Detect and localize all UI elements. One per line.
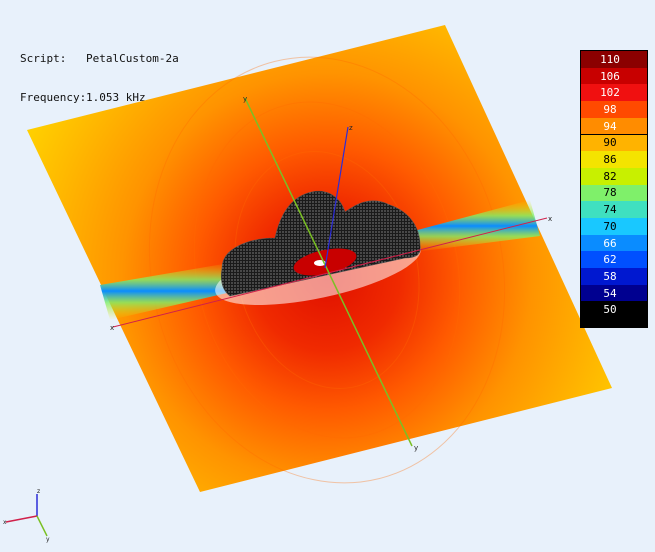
legend-entry: 78 [581, 184, 647, 202]
legend-entry: 70 [581, 218, 647, 235]
orientation-triad: z x y [3, 488, 50, 543]
legend-entry: 62 [581, 251, 647, 269]
legend-entry: 66 [581, 234, 647, 252]
color-scale-legend: 110 106 102 98 94 90 86 82 78 74 70 66 62 58 54 50 [580, 50, 648, 328]
legend-entry-label: 62 [603, 253, 617, 267]
legend-entry: 82 [581, 167, 647, 185]
triad-x-label: x [3, 519, 7, 526]
legend-entry: 102 [581, 84, 647, 102]
legend-entry-label: 78 [603, 186, 617, 200]
legend-entry-label: 98 [603, 102, 617, 116]
y-axis-label: y [414, 444, 418, 452]
legend-entry-label: 58 [603, 269, 617, 283]
x-axis-label: x [548, 215, 552, 223]
legend-entry-label: 74 [603, 203, 617, 217]
legend-entry: 94 [581, 117, 647, 135]
triad-z-label: z [37, 488, 40, 495]
legend-entry: 50 [581, 301, 647, 319]
legend-entry: 74 [581, 201, 647, 218]
legend-entry-label: 54 [603, 286, 617, 300]
legend-entry: 58 [581, 268, 647, 285]
legend-entry-label: 94 [603, 119, 617, 133]
legend-entry-label: 106 [600, 69, 620, 83]
z-axis-label: z [349, 124, 353, 132]
x-axis-label-neg: x [110, 324, 114, 332]
legend-entry: 54 [581, 284, 647, 302]
legend-entry-label: 82 [603, 169, 617, 183]
legend-entry: 98 [581, 101, 647, 118]
legend-entry-label: 50 [603, 303, 617, 317]
legend-entry-label: 110 [600, 52, 620, 66]
legend-entry: 90 [581, 134, 647, 152]
legend-entry-label: 102 [600, 86, 620, 100]
legend-entry: 106 [581, 67, 647, 85]
legend-entry-label: 90 [603, 136, 617, 150]
legend-entry-label: 86 [603, 153, 617, 167]
legend-entry-label: 66 [603, 236, 617, 250]
legend-entry-label: 70 [603, 219, 617, 233]
legend-entry: 110 [581, 51, 647, 68]
triad-y-label: y [46, 536, 50, 543]
y-axis-label-top: y [243, 95, 247, 103]
legend-entry: 86 [581, 151, 647, 168]
3d-viewport[interactable]: x x y y z [0, 0, 655, 552]
